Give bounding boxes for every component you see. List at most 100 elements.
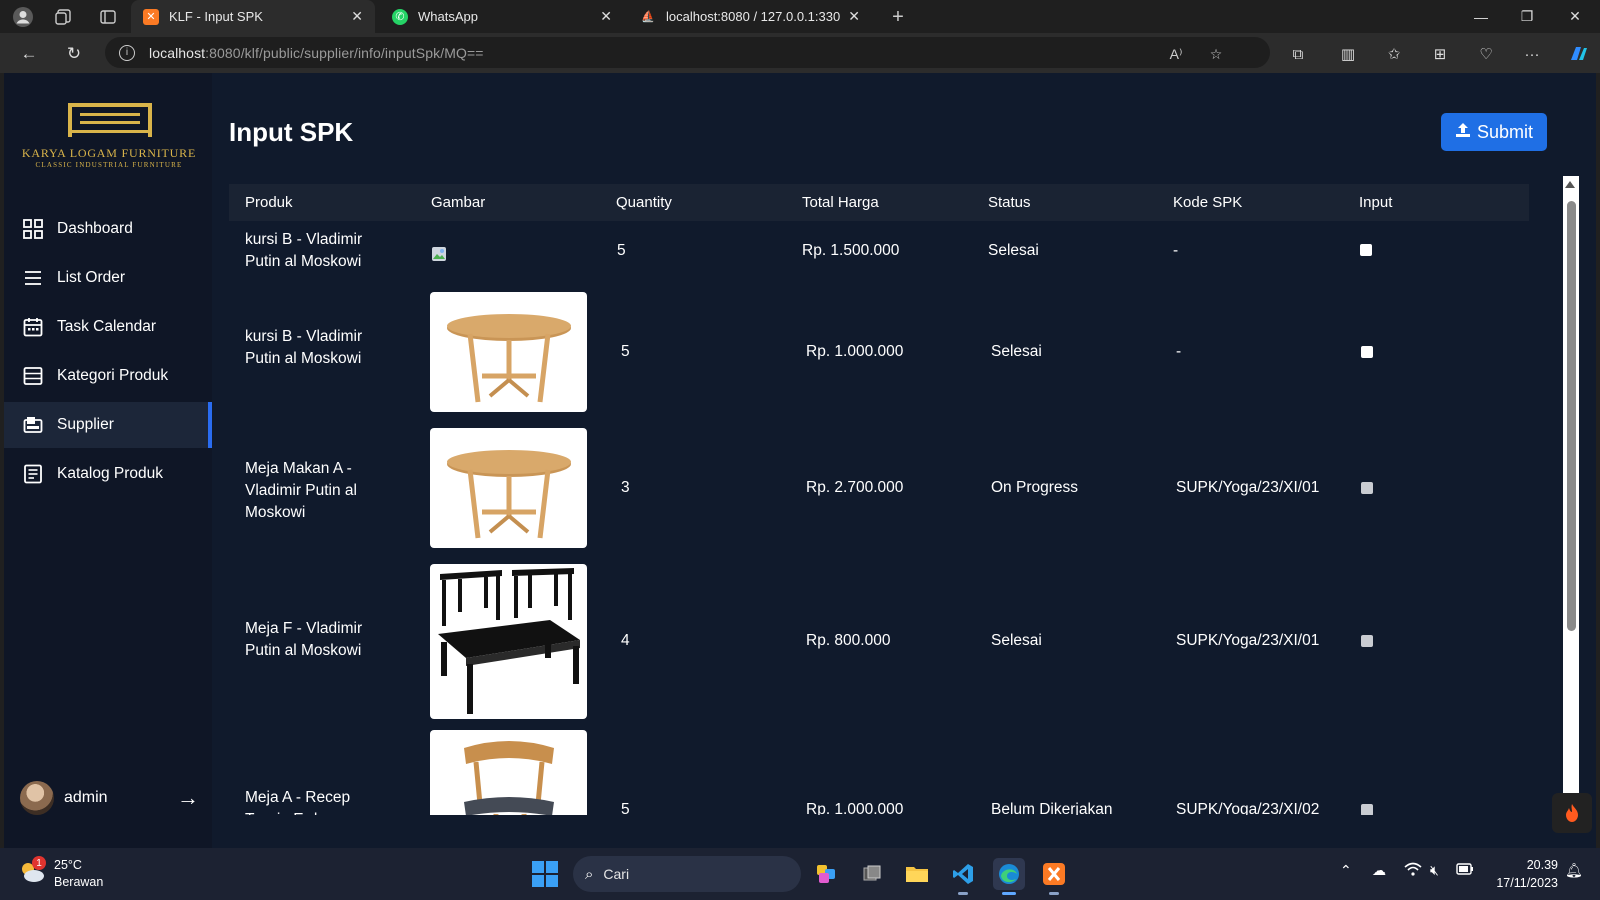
workspaces-icon[interactable] [52, 5, 76, 29]
vscode-icon[interactable] [947, 858, 979, 895]
tab-label: KLF - Input SPK [169, 9, 263, 24]
browser-essentials-icon[interactable]: ♡ [1474, 42, 1498, 66]
sidebar-item-list-order[interactable]: List Order [4, 255, 212, 301]
furniture-logo-icon [68, 103, 152, 137]
weather-widget[interactable]: 1 25°C Berawan [18, 856, 128, 892]
tab-whatsapp[interactable]: ✆ WhatsApp ✕ [380, 0, 624, 33]
flame-icon[interactable] [1552, 793, 1592, 833]
cell-produk: Meja Makan A - Vladimir Putin al Moskowi [245, 460, 357, 521]
cell-total-harga: Rp. 1.500.000 [802, 242, 900, 259]
category-icon [22, 365, 44, 387]
sidebar-item-task-calendar[interactable]: Task Calendar [4, 304, 212, 350]
browser-tab-bar: ✕ KLF - Input SPK ✕ ✆ WhatsApp ✕ ⛵ local… [0, 0, 1600, 33]
minimize-icon[interactable]: — [1458, 0, 1504, 33]
table-row: kursi B - Vladimir Putin al Moskowi 5 Rp… [229, 221, 1529, 286]
close-icon[interactable]: ✕ [351, 8, 363, 25]
profile-icon[interactable] [11, 5, 35, 29]
scroll-up-arrow-icon[interactable] [1565, 181, 1575, 188]
main-content: Input SPK Submit Produk Gambar Quantity … [212, 73, 1596, 848]
notification-bell-icon[interactable]: 🔔︎ [1565, 862, 1583, 879]
wifi-icon[interactable] [1404, 862, 1422, 879]
clock-time: 20.39 [1526, 858, 1558, 872]
page-title: Input SPK [229, 117, 354, 147]
sidebar-item-supplier[interactable]: Supplier [4, 402, 212, 448]
copilot-icon[interactable] [1566, 42, 1590, 66]
address-bar[interactable]: i localhost:8080/klf/public/supplier/inf… [105, 37, 1270, 68]
cell-quantity: 5 [621, 343, 630, 360]
table-header: Produk Gambar Quantity Total Harga Statu… [229, 184, 1529, 221]
refresh-icon[interactable]: ↻ [61, 41, 87, 67]
sidebar-item-katalog-produk[interactable]: Katalog Produk [4, 451, 212, 497]
logout-arrow-icon[interactable]: → [176, 785, 200, 811]
header-status: Status [988, 194, 1031, 211]
edge-browser-icon[interactable] [993, 858, 1025, 895]
header-input: Input [1359, 194, 1393, 211]
sidebar-item-label: Katalog Produk [57, 465, 163, 482]
collections-icon[interactable]: ⊞ [1428, 42, 1452, 66]
battery-icon[interactable] [1456, 862, 1474, 878]
copilot-app-icon[interactable] [810, 858, 842, 890]
split-screen-icon[interactable]: ▥ [1336, 42, 1360, 66]
brand-logo[interactable]: KARYA LOGAM FURNITURE CLASSIC INDUSTRIAL… [14, 101, 204, 173]
task-view-icon[interactable] [856, 858, 888, 890]
input-checkbox[interactable] [1361, 635, 1373, 647]
header-kode-spk: Kode SPK [1173, 194, 1243, 211]
tab-phpmyadmin[interactable]: ⛵ localhost:8080 / 127.0.0.1:3308 / ✕ [628, 0, 872, 33]
input-checkbox[interactable] [1360, 244, 1372, 256]
weather-notification-badge: 1 [32, 856, 46, 870]
cell-status: Selesai [991, 632, 1042, 649]
xampp-app-icon[interactable] [1038, 858, 1070, 895]
favorites-icon[interactable]: ✩ [1382, 42, 1406, 66]
cell-produk: Meja A - Recep Tayyip Erdogan [245, 789, 352, 815]
favorite-star-icon[interactable]: ☆ [1205, 43, 1227, 65]
round-table-icon [447, 450, 571, 539]
input-checkbox[interactable] [1361, 482, 1373, 494]
table-row: Meja F - Vladimir Putin al Moskowi 4 Rp.… [229, 558, 1529, 727]
window-close-icon[interactable]: ✕ [1552, 0, 1598, 33]
running-indicator [1002, 892, 1016, 895]
catalog-icon [22, 463, 44, 485]
scrollbar-thumb[interactable] [1567, 201, 1576, 631]
file-explorer-icon[interactable] [901, 858, 933, 890]
sidebar-item-label: Dashboard [57, 220, 133, 237]
more-menu-icon[interactable]: ··· [1520, 42, 1544, 66]
tab-klf-input-spk[interactable]: ✕ KLF - Input SPK ✕ [131, 0, 375, 33]
restore-icon[interactable]: ❐ [1504, 0, 1550, 33]
cell-quantity: 3 [621, 479, 630, 496]
close-icon[interactable]: ✕ [600, 8, 612, 25]
cell-produk: Meja F - Vladimir Putin al Moskowi [245, 620, 363, 659]
product-image [430, 730, 587, 815]
round-table-icon [447, 314, 571, 403]
close-icon[interactable]: ✕ [848, 8, 860, 25]
taskbar-search[interactable]: ⌕ Cari [573, 856, 801, 892]
extensions-icon[interactable]: ⧉ [1286, 42, 1310, 66]
grid-icon [22, 218, 44, 240]
sidebar: KARYA LOGAM FURNITURE CLASSIC INDUSTRIAL… [4, 73, 212, 848]
table-row: kursi B - Vladimir Putin al Moskowi 5 Rp… [229, 286, 1529, 422]
back-icon[interactable]: ← [16, 41, 42, 67]
new-tab-icon[interactable]: + [886, 5, 910, 29]
sidebar-item-dashboard[interactable]: Dashboard [4, 206, 212, 252]
submit-button[interactable]: Submit [1441, 113, 1547, 151]
app-window: KARYA LOGAM FURNITURE CLASSIC INDUSTRIAL… [4, 73, 1596, 848]
show-hidden-icons-chevron-icon[interactable]: ⌃ [1340, 862, 1352, 879]
volume-muted-icon[interactable]: 🔇︎ [1430, 862, 1439, 879]
site-info-icon[interactable]: i [119, 44, 135, 61]
cell-status: On Progress [991, 479, 1079, 496]
onedrive-cloud-icon[interactable]: ☁ [1372, 862, 1386, 879]
sidebar-item-kategori-produk[interactable]: Kategori Produk [4, 353, 212, 399]
windows-start-icon[interactable] [532, 861, 558, 887]
cell-status: Selesai [988, 242, 1039, 259]
cell-kode-spk: SUPK/Yoga/23/XI/01 [1176, 479, 1320, 496]
running-indicator [958, 892, 968, 895]
system-clock[interactable]: 20.39 17/11/2023 [1480, 856, 1558, 892]
cell-kode-spk: SUPK/Yoga/23/XI/01 [1176, 632, 1320, 649]
tab-actions-icon[interactable] [96, 5, 120, 29]
read-aloud-icon[interactable]: A⁾ [1165, 43, 1187, 65]
user-profile[interactable]: admin → [20, 779, 200, 817]
sidebar-item-label: Kategori Produk [57, 367, 169, 384]
input-checkbox[interactable] [1361, 804, 1373, 815]
cell-total-harga: Rp. 2.700.000 [806, 479, 904, 496]
input-checkbox[interactable] [1361, 346, 1373, 358]
header-total-harga: Total Harga [802, 194, 879, 211]
